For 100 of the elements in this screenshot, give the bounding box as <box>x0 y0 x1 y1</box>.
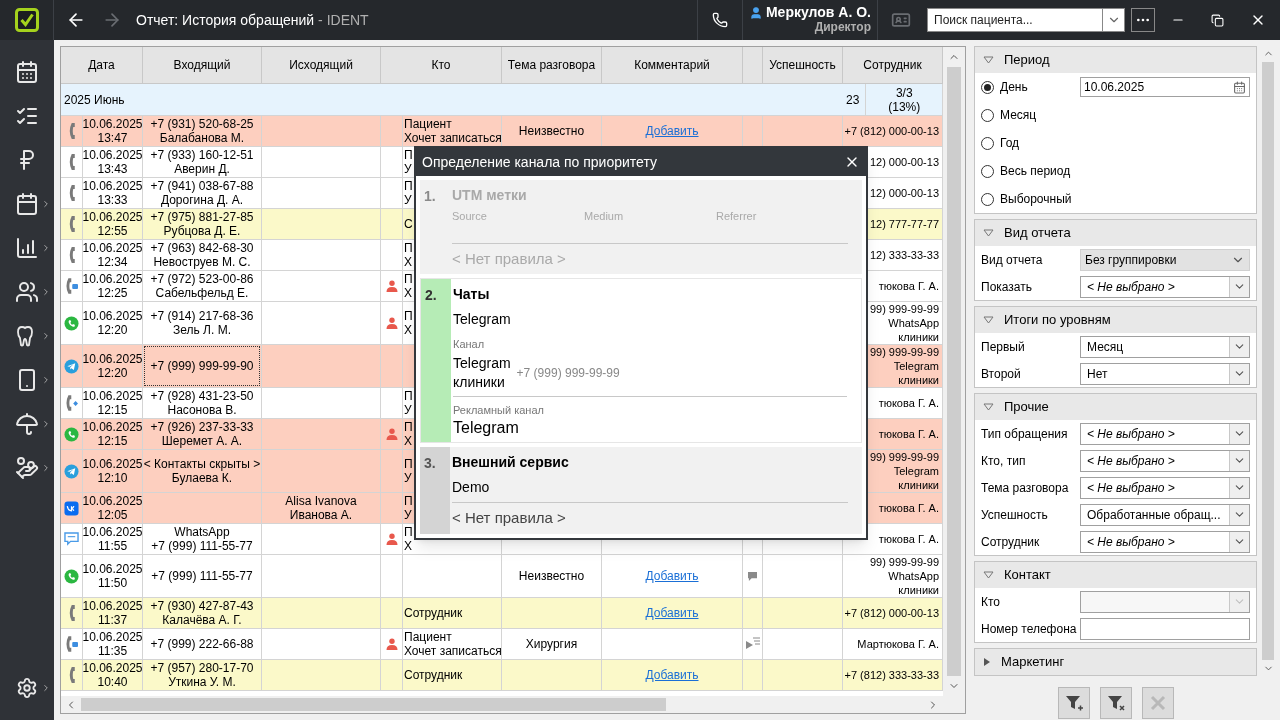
section-title: Период <box>1004 51 1050 70</box>
date-cell: 10.06.2025 12:05 <box>82 494 143 522</box>
date-cell: 10.06.2025 13:43 <box>82 148 143 176</box>
section-title: Чаты <box>453 285 491 303</box>
who-cell: П Х <box>404 525 413 553</box>
section-title: Итоги по уровням <box>1004 311 1111 330</box>
field-label: Рекламный канал <box>453 402 545 418</box>
select-value: Обработанные обращ... <box>1087 507 1221 522</box>
employee-cell: тюкова Г. А. <box>878 427 939 441</box>
ad-channel-value: Telegram <box>453 418 520 438</box>
who-cell: П У <box>404 179 413 207</box>
who-cell: П У <box>404 389 413 417</box>
employee-cell: 12) 000-00-13 <box>869 155 939 169</box>
param-label: Medium <box>584 209 625 224</box>
priority-number: 1. <box>424 188 436 204</box>
incoming-cell: +7 (957) 280-17-70 Уткина У. М. <box>150 661 254 689</box>
who-cell: Пациент Хочет записаться <box>404 117 502 145</box>
window-title: Отчет: История обращений - IDENT <box>136 10 369 30</box>
topic-cell: Неизвестно <box>518 569 585 583</box>
employee-cell: 99) 999-99-99 WhatsApp клиники <box>869 302 939 344</box>
incoming-cell: +7 (941) 038-67-88 Дорогина Д. А. <box>150 179 254 207</box>
section-value: Telegram <box>453 310 512 329</box>
date-cell: 10.06.2025 12:15 <box>82 389 143 417</box>
section-title: Внешний сервис <box>452 453 570 471</box>
incoming-cell: +7 (926) 237-33-33 Шеремет А. А. <box>150 420 254 448</box>
field-label: Кто, тип <box>981 452 1026 470</box>
field-label: Вид отчета <box>981 251 1043 269</box>
incoming-cell: +7 (999) 999-99-90 <box>150 359 254 373</box>
field-label: Канал <box>453 337 486 352</box>
topic-cell: Хирургия <box>525 637 578 651</box>
incoming-cell: +7 (930) 427-87-43 Калачёва А. Г. <box>150 599 254 627</box>
section-title: Прочие <box>1004 398 1049 417</box>
who-cell: П У <box>404 148 413 176</box>
date-cell: 10.06.2025 12:34 <box>82 241 143 269</box>
outgoing-cell: Alisa Ivanova Иванова А. <box>285 494 357 522</box>
who-cell: П У <box>404 457 413 485</box>
who-cell: Сотрудник <box>404 668 463 682</box>
date-cell: 10.06.2025 12:10 <box>82 457 143 485</box>
employee-cell: 12) 000-00-13 <box>869 186 939 200</box>
select-value: Месяц <box>1087 339 1124 354</box>
employee-cell: 99) 999-99-99 Telegram клиники <box>869 450 939 492</box>
who-cell: Сотрудник <box>404 606 463 620</box>
group-label: 2025 Июнь <box>64 92 125 107</box>
employee-cell: 12) 777-77-77 <box>869 217 939 231</box>
incoming-cell: +7 (972) 523-00-86 Сабельфельд Е. <box>150 272 254 300</box>
date-cell: 10.06.2025 10:40 <box>82 661 143 689</box>
param-label: Source <box>452 209 488 224</box>
group-success: 3/3 (13%) <box>888 85 921 114</box>
incoming-cell: WhatsApp +7 (999) 111-55-77 <box>151 525 253 553</box>
param-label: Referrer <box>716 209 758 224</box>
incoming-cell: +7 (963) 842-68-30 Невоструев М. С. <box>150 241 254 269</box>
field-label: Номер телефона <box>981 620 1077 638</box>
field-label: Тема разговора <box>981 479 1069 497</box>
group-count: 23 <box>846 92 860 107</box>
who-cell: С <box>404 217 413 231</box>
incoming-cell: < Контакты скрыты > Булаева К. <box>143 457 261 485</box>
section-title: Вид отчета <box>1004 224 1071 243</box>
employee-cell: тюкова Г. А. <box>878 279 939 293</box>
field-label: Тип обращения <box>981 425 1068 443</box>
select-value: Без группировки <box>1085 251 1177 269</box>
employee-cell: +7 (812) 333-33-33 <box>844 668 939 682</box>
dialog-title: Определение канала по приоритету <box>422 152 657 172</box>
who-cell: П Х <box>404 309 413 337</box>
select-placeholder: < Не выбрано > <box>1087 426 1175 441</box>
who-cell: П Х <box>404 420 413 448</box>
employee-cell: Мартюкова Г. А. <box>857 637 939 651</box>
incoming-cell: +7 (928) 431-23-50 Насонова В. <box>150 389 254 417</box>
field-label: Кто <box>981 593 1001 611</box>
who-cell: П Х <box>404 272 413 300</box>
who-cell: Пациент Хочет записаться <box>404 630 502 658</box>
incoming-cell: +7 (999) 111-55-77 <box>151 569 253 583</box>
user-role: Директор <box>814 20 871 35</box>
priority-number: 3. <box>424 455 436 471</box>
select-placeholder: < Не выбрано > <box>1087 534 1175 549</box>
employee-cell: тюкова Г. А. <box>878 532 939 546</box>
topic-cell: Неизвестно <box>518 124 585 138</box>
who-cell: П У <box>404 494 413 522</box>
date-cell: 10.06.2025 12:25 <box>82 272 143 300</box>
incoming-cell: +7 (999) 222-66-88 <box>150 637 254 651</box>
date-cell: 10.06.2025 12:15 <box>82 420 143 448</box>
select-value: Нет <box>1087 366 1108 381</box>
select-placeholder: < Не выбрано > <box>1087 453 1175 468</box>
incoming-cell: +7 (931) 520-68-25 Балабанова М. <box>150 117 254 145</box>
date-cell: 10.06.2025 11:37 <box>82 599 143 627</box>
date-cell: 10.06.2025 11:50 <box>82 562 143 590</box>
no-rule-text: < Нет правила > <box>452 508 567 528</box>
incoming-cell: +7 (975) 881-27-85 Рубцова Д. Е. <box>150 210 254 238</box>
no-rule-text: < Нет правила > <box>452 248 567 269</box>
incoming-cell: +7 (933) 160-12-51 Аверин Д. <box>150 148 254 176</box>
employee-cell: тюкова Г. А. <box>878 396 939 410</box>
employee-cell: 99) 999-99-99 Telegram клиники <box>869 345 939 387</box>
employee-cell: +7 (812) 000-00-13 <box>844 606 939 620</box>
date-cell: 10.06.2025 13:33 <box>82 179 143 207</box>
section-title: Маркетинг <box>1001 653 1065 672</box>
date-cell: 10.06.2025 12:55 <box>82 210 143 238</box>
field-label: Первый <box>981 338 1025 356</box>
who-cell: П Х <box>404 241 413 269</box>
date-value: 10.06.2025 <box>1084 79 1145 96</box>
employee-cell: 99) 999-99-99 WhatsApp клиники <box>869 555 939 597</box>
field-label: Показать <box>981 278 1032 296</box>
